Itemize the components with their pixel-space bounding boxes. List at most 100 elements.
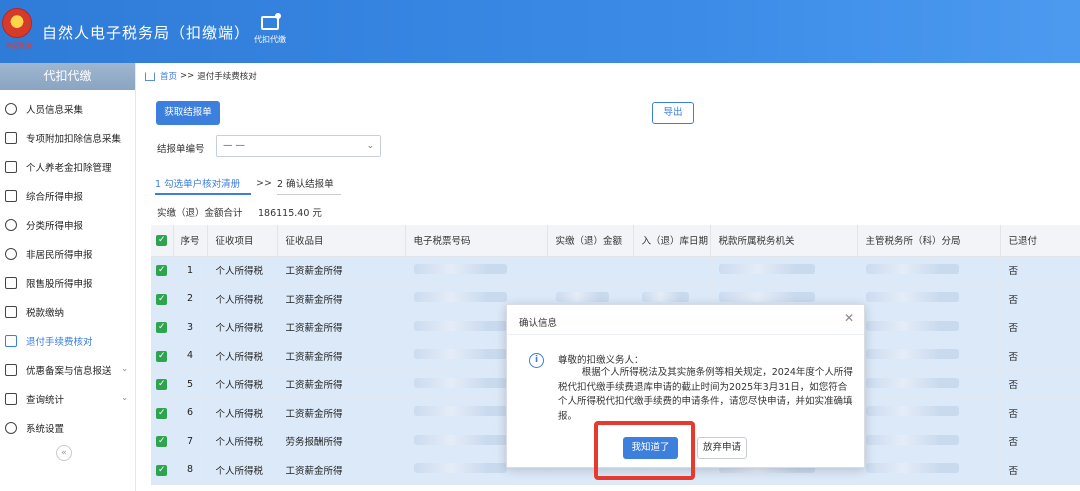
row-checkbox[interactable]: ✓: [151, 256, 174, 285]
redacted-value: [413, 434, 507, 445]
row-checkbox[interactable]: ✓: [151, 313, 174, 342]
row-number: 1: [173, 256, 208, 285]
abandon-application-button[interactable]: 放弃申请: [697, 437, 747, 459]
competent-bureau: [857, 398, 1001, 428]
dialog-divider: [507, 334, 864, 335]
acknowledge-button[interactable]: 我知道了: [623, 437, 678, 459]
dialog-message: 根据个人所得税法及其实施条例等相关规定，2024年度个人所得税代扣代缴手续费退库…: [558, 367, 853, 422]
competent-bureau: [857, 455, 1001, 485]
redacted-value: [865, 377, 960, 388]
col-header: 电子税票号码: [405, 225, 548, 257]
redacted-value: [413, 406, 507, 417]
levy-item: 个人所得税: [207, 284, 278, 314]
checkbox-checked-icon: ✓: [156, 379, 168, 391]
competent-bureau: [857, 313, 1001, 342]
sidebar-item[interactable]: 优惠备案与信息报送 ⌄: [0, 358, 136, 382]
sidebar-item-label: 人员信息采集: [26, 105, 84, 116]
sidebar-item[interactable]: 系统设置: [0, 416, 136, 440]
sidebar-item[interactable]: 分类所得申报: [0, 213, 136, 237]
sidebar-item[interactable]: 退付手续费核对: [0, 329, 136, 353]
sidebar-item[interactable]: 个人养老金扣除管理: [0, 155, 136, 179]
row-number: 7: [173, 427, 208, 456]
entry-date: [633, 256, 711, 285]
col-header: 入（退）库日期: [633, 225, 711, 257]
row-checkbox[interactable]: ✓: [151, 341, 174, 371]
report-no-value: — —: [223, 140, 246, 151]
sidebar-collapse-button[interactable]: «: [56, 445, 72, 461]
bar-chart-icon: [5, 277, 17, 289]
row-checkbox[interactable]: ✓: [151, 398, 174, 428]
levy-item: 个人所得税: [207, 455, 278, 485]
col-header: 已退付: [1000, 225, 1080, 257]
redacted-value: [865, 349, 960, 360]
refunded-status: 否: [1000, 284, 1080, 314]
levy-item: 个人所得税: [207, 398, 278, 428]
sidebar-item[interactable]: 专项附加扣除信息采集: [0, 126, 136, 150]
report-no-select[interactable]: — — ⌄: [216, 135, 381, 157]
close-icon[interactable]: ✕: [844, 311, 854, 325]
sidebar-item-label: 非居民所得申报: [26, 250, 93, 261]
top-tab-withholding[interactable]: 代扣代缴: [245, 13, 295, 58]
redacted-value: [413, 320, 507, 331]
competent-bureau: [857, 370, 1001, 399]
competent-bureau: [857, 284, 1001, 314]
competent-bureau: [857, 427, 1001, 456]
sidebar-item[interactable]: 查询统计 ⌄: [0, 387, 136, 411]
redacted-value: [413, 263, 507, 274]
row-number: 6: [173, 398, 208, 428]
competent-bureau: [857, 256, 1001, 285]
layers-icon: [5, 190, 17, 202]
checkbox-checked-icon: ✓: [156, 293, 168, 305]
refunded-status: 否: [1000, 370, 1080, 399]
export-button[interactable]: 导出: [652, 102, 694, 124]
breadcrumb-current: 退付手续费核对: [197, 72, 257, 82]
levy-item: 个人所得税: [207, 370, 278, 399]
pie-chart-icon: [5, 219, 17, 231]
gear-icon: [5, 422, 17, 434]
sidebar-item[interactable]: 综合所得申报: [0, 184, 136, 208]
col-header: 征收品目: [277, 225, 406, 257]
report-no-label: 结报单编号: [157, 144, 205, 155]
step-separator: >>: [256, 178, 272, 189]
app-title: 自然人电子税务局（扣缴端）: [42, 24, 251, 42]
row-checkbox[interactable]: ✓: [151, 284, 174, 314]
step-1-tab[interactable]: 1 勾选单户核对清册: [155, 176, 251, 195]
e-ticket-number: [405, 256, 548, 285]
breadcrumb-home-link[interactable]: 首页: [160, 70, 177, 82]
sidebar-item[interactable]: 人员信息采集: [0, 97, 136, 121]
redacted-value: [555, 292, 610, 303]
refunded-status: 否: [1000, 256, 1080, 285]
sidebar-section-title: 代扣代缴: [0, 63, 135, 90]
search-chart-icon: [5, 393, 17, 405]
sidebar: 代扣代缴 人员信息采集专项附加扣除信息采集 个人养老金扣除管理 综合所得申报分类所得…: [0, 63, 136, 491]
levy-subitem: 工资薪金所得: [277, 398, 406, 428]
sidebar-item[interactable]: 税款缴纳: [0, 300, 136, 324]
paid-amount: [547, 256, 634, 285]
levy-subitem: 工资薪金所得: [277, 370, 406, 399]
levy-subitem: 工资薪金所得: [277, 313, 406, 342]
row-checkbox[interactable]: ✓: [151, 370, 174, 399]
checkbox-checked-icon: ✓: [156, 322, 168, 334]
step-2-tab[interactable]: 2 确认结报单: [277, 176, 341, 195]
fetch-report-button[interactable]: 获取结报单: [156, 101, 220, 125]
info-icon: i: [529, 353, 544, 368]
top-tab-label: 代扣代缴: [254, 35, 286, 44]
row-checkbox[interactable]: ✓: [151, 427, 174, 456]
tax-authority: [710, 256, 858, 285]
row-number: 8: [173, 455, 208, 485]
row-checkbox[interactable]: ✓: [151, 455, 174, 485]
total-amount-value: 186115.40 元: [258, 208, 322, 219]
sidebar-item-label: 限售股所得申报: [26, 279, 93, 290]
redacted-value: [865, 292, 960, 303]
table-row[interactable]: ✓ 1 个人所得税 工资薪金所得 否: [151, 256, 1080, 285]
sidebar-item-label: 分类所得申报: [26, 221, 84, 232]
tax-emblem-icon: [2, 8, 32, 38]
sidebar-item-label: 税款缴纳: [26, 308, 65, 319]
redacted-value: [413, 349, 507, 360]
breadcrumb-separator: >>: [180, 71, 195, 81]
select-all-checkbox[interactable]: ✓: [151, 225, 174, 257]
table-header-row: ✓ 序号 征收项目 征收品目 电子税票号码 实缴（退）金额 入（退）库日期 税款…: [151, 225, 1080, 257]
chevron-down-icon: ⌄: [121, 364, 128, 373]
sidebar-item[interactable]: 非居民所得申报: [0, 242, 136, 266]
sidebar-item[interactable]: 限售股所得申报: [0, 271, 136, 295]
